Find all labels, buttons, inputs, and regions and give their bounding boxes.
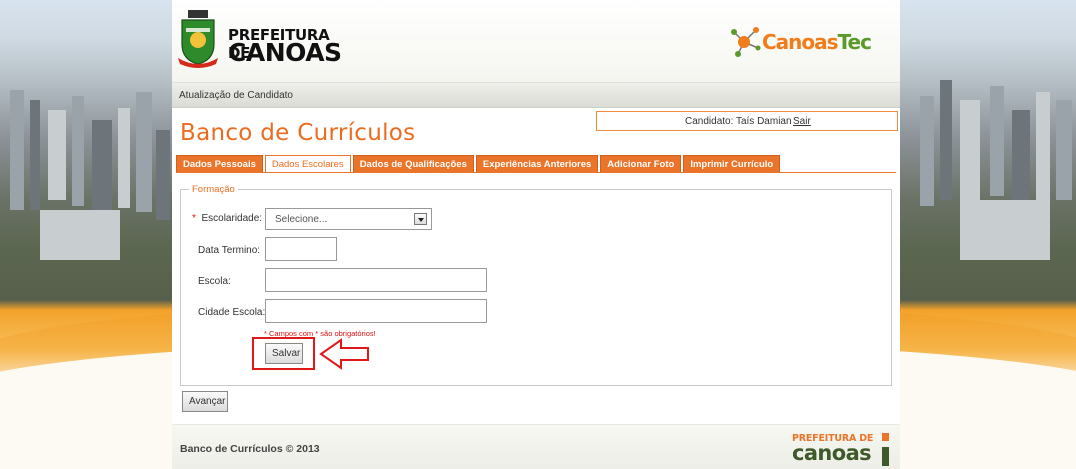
header: PREFEITURA DE CANOAS CanoasTec [172,0,900,82]
footer-logo-green-bar [882,447,889,466]
required-mark: * [192,213,196,224]
tab-dados-escolares[interactable]: Dados Escolares [264,155,351,173]
tab-dados-pessoais[interactable]: Dados Pessoais [176,155,263,173]
next-button[interactable]: Avançar [182,391,228,412]
data-termino-input[interactable] [265,237,337,261]
tab-bar: Dados Pessoais Dados Escolares Dados de … [176,155,782,173]
candidate-box: Candidato: Taís Damian Sair [596,111,898,131]
data-termino-label: Data Termino: [198,245,261,256]
pointer-arrow-icon [319,338,369,370]
canoastec-molecule-icon [731,27,761,57]
fieldset-legend: Formação [192,184,235,195]
breadcrumb: Atualização de Candidato [172,82,900,108]
tab-underline [176,172,896,173]
footer-prefeitura-logo[interactable]: PREFEITURA DE canoas [792,433,892,469]
footer-copyright: Banco de Currículos © 2013 [180,443,320,455]
escolaridade-selected-value: Selecione... [275,214,328,225]
footer: Banco de Currículos © 2013 PREFEITURA DE… [172,424,900,469]
escolaridade-select[interactable]: Selecione... [265,208,432,230]
canoastec-logo[interactable]: CanoasTec [728,24,894,64]
canoastec-wordmark: CanoasTec [762,30,872,54]
cidade-escola-input[interactable] [265,299,487,323]
prefeitura-logo[interactable]: PREFEITURA DE CANOAS [176,6,342,68]
escolaridade-label: * Escolaridade: [192,213,263,224]
footer-logo-orange-bar [882,433,889,441]
page-title: Banco de Currículos [180,120,416,146]
logout-link[interactable]: Sair [793,116,811,127]
cidade-escola-label: Cidade Escola: [198,307,266,318]
escola-label: Escola: [198,276,231,287]
city-crest-icon [178,10,218,68]
tab-dados-qualificacoes[interactable]: Dados de Qualificações [352,155,474,173]
breadcrumb-text: Atualização de Candidato [179,90,293,101]
escola-input[interactable] [265,268,487,292]
footer-logo-line2: canoas [792,441,872,465]
dropdown-arrow-icon[interactable] [414,213,427,225]
tab-adicionar-foto[interactable]: Adicionar Foto [600,155,682,173]
tab-experiencias-anteriores[interactable]: Experiências Anteriores [475,155,599,173]
candidate-label: Candidato: Taís Damian [685,116,792,127]
tab-imprimir-curriculo[interactable]: Imprimir Currículo [683,155,781,173]
logo-line2: CANOAS [228,38,342,67]
save-button[interactable]: Salvar [265,343,303,364]
main-container: PREFEITURA DE CANOAS CanoasTec Atualizaç… [172,0,900,469]
